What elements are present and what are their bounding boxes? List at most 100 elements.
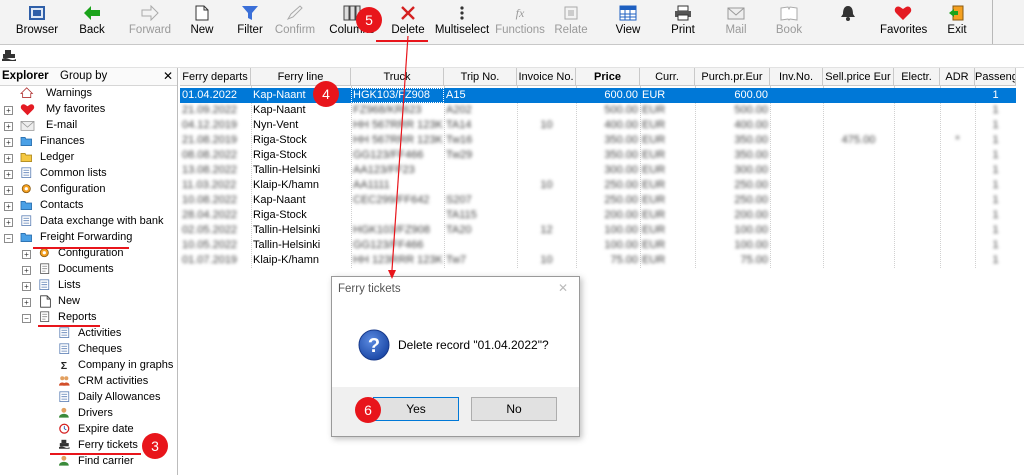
expand-icon[interactable]: + xyxy=(22,250,31,259)
view-button[interactable]: View xyxy=(610,3,646,41)
bell-button[interactable] xyxy=(828,3,868,41)
column-header-trip-no[interactable]: Trip No. xyxy=(444,68,517,86)
tab-group-by[interactable]: Group by xyxy=(60,70,107,82)
column-header-purch-pr-eur[interactable]: Purch.pr.Eur xyxy=(695,68,770,86)
expand-icon[interactable]: + xyxy=(4,186,13,195)
table-cell-sell xyxy=(823,148,894,163)
table-cell-invno xyxy=(770,118,823,133)
table-cell-date: 01.07.2019 xyxy=(182,254,238,266)
table-cell-pass: 1 xyxy=(992,119,999,131)
table-cell-truck: GG123/FF466 xyxy=(353,149,424,161)
column-header-passeng[interactable]: Passeng xyxy=(975,68,1016,86)
table-row[interactable]: 01.07.2019 Klaip-K/hamn HH 123RRR 123K Tw7 1… xyxy=(180,253,1016,268)
table-row[interactable]: 13.08.2022 Tallin-Helsinki AA123/FF23 300.0… xyxy=(180,163,1016,178)
column-header-sell-price-eur[interactable]: Sell.price Eur xyxy=(823,68,894,86)
table-row[interactable]: 11.03.2022 Klaip-K/hamn AA1111 10 250.00 EUR 2… xyxy=(180,178,1016,193)
expand-icon[interactable]: + xyxy=(4,154,13,163)
tree-item-freight-forwarding[interactable]: − Freight Forwarding xyxy=(0,230,177,246)
close-icon[interactable]: ✕ xyxy=(163,69,173,83)
tree-item-common-lists[interactable]: + Common lists xyxy=(0,166,177,182)
person-icon xyxy=(58,407,73,420)
delete-underline xyxy=(376,40,428,42)
column-header-truck[interactable]: Truck xyxy=(351,68,444,86)
forward-button[interactable]: Forward xyxy=(123,3,177,41)
print-button[interactable]: Print xyxy=(663,3,703,41)
tree-item-label: Expire date xyxy=(78,423,134,435)
tree-item-label: Ledger xyxy=(40,151,75,163)
tree-item-crm-activities[interactable]: CRM activities xyxy=(0,374,177,390)
tree-item-drivers[interactable]: Drivers xyxy=(0,406,177,422)
delete-button[interactable]: Delete xyxy=(390,3,426,41)
reports-underline xyxy=(38,325,100,327)
favorites-button[interactable]: Favorites xyxy=(880,3,927,41)
multiselect-button[interactable]: Multiselect xyxy=(434,3,490,41)
table-row[interactable]: 08.08.2022 Riga-Stock GG123/FF466 Tw29 350.0… xyxy=(180,148,1016,163)
browser-button[interactable]: Browser xyxy=(14,3,60,41)
tree-item-documents[interactable]: + Documents xyxy=(0,262,177,278)
tree-item-lists[interactable]: + Lists xyxy=(0,278,177,294)
tree-item-daily-allowances[interactable]: Daily Allowances xyxy=(0,390,177,406)
column-header-curr[interactable]: Curr. xyxy=(640,68,695,86)
column-header-electr[interactable]: Electr. xyxy=(894,68,940,86)
exit-button[interactable]: Exit xyxy=(937,3,977,41)
tree-item-cheques[interactable]: Cheques xyxy=(0,342,177,358)
table-row[interactable]: 21.08.2019 Riga-Stock HH 567RRR 123K Tw16 35… xyxy=(180,133,1016,148)
tree-item-e-mail[interactable]: + E-mail xyxy=(0,118,177,134)
table-row[interactable]: 21.09.2022 Kap-Naant FZ968/KR623 A202 500.00… xyxy=(180,103,1016,118)
expand-icon[interactable]: + xyxy=(4,138,13,147)
expand-icon[interactable]: + xyxy=(4,106,13,115)
table-row[interactable]: 28.04.2022 Riga-Stock TA115 200.00 EUR 200.00… xyxy=(180,208,1016,223)
tree-item-ledger[interactable]: + Ledger xyxy=(0,150,177,166)
table-cell-adr xyxy=(940,208,975,223)
ferry-icon xyxy=(58,439,73,452)
relate-button[interactable]: Relate xyxy=(551,3,591,41)
table-row[interactable]: 10.08.2022 Kap-Naant CEC299/FF642 S207 250.0… xyxy=(180,193,1016,208)
column-header-invoice-no[interactable]: Invoice No. xyxy=(517,68,576,86)
tree-item-reports[interactable]: − Reports xyxy=(0,310,177,326)
dialog-close-icon[interactable]: ✕ xyxy=(558,281,568,295)
table-row[interactable]: 01.04.2022 Kap-Naant HGK103/FZ908 A15 600.00… xyxy=(180,88,1016,103)
no-button[interactable]: No xyxy=(471,397,557,421)
tree-item-activities[interactable]: Activities xyxy=(0,326,177,342)
expand-icon[interactable]: + xyxy=(22,266,31,275)
expand-icon[interactable]: + xyxy=(22,298,31,307)
tree-item-company-in-graphs[interactable]: Σ Company in graphs xyxy=(0,358,177,374)
table-row[interactable]: 02.05.2022 Tallin-Helsinki HGK103/FZ908 TA2… xyxy=(180,223,1016,238)
book-button[interactable]: Book xyxy=(769,3,809,41)
table-cell-purch: 350.00 xyxy=(734,149,768,161)
column-header-adr[interactable]: ADR xyxy=(940,68,975,86)
column-header-inv-no[interactable]: Inv.No. xyxy=(770,68,823,86)
mail-button[interactable]: Mail xyxy=(716,3,756,41)
tree-item-data-exchange-with-bank[interactable]: + Data exchange with bank xyxy=(0,214,177,230)
tree-item-my-favorites[interactable]: + My favorites xyxy=(0,102,177,118)
tree-item-warnings[interactable]: Warnings xyxy=(0,86,177,102)
expand-icon[interactable]: + xyxy=(4,170,13,179)
tree-item-finances[interactable]: + Finances xyxy=(0,134,177,150)
collapse-icon[interactable]: − xyxy=(22,314,31,323)
collapse-icon[interactable]: − xyxy=(4,234,13,243)
tree-item-configuration[interactable]: + Configuration xyxy=(0,182,177,198)
column-header-ferry-departs[interactable]: Ferry departs xyxy=(180,68,251,86)
tree-item-contacts[interactable]: + Contacts xyxy=(0,198,177,214)
tab-explorer[interactable]: Explorer xyxy=(2,70,49,82)
expand-icon[interactable]: + xyxy=(4,218,13,227)
heart-icon xyxy=(894,5,912,21)
table-cell-sell xyxy=(823,178,894,193)
back-button[interactable]: Back xyxy=(69,3,115,41)
yes-button[interactable]: Yes xyxy=(373,397,459,421)
table-cell-sell xyxy=(823,88,894,103)
filter-button[interactable]: Filter xyxy=(229,3,271,41)
table-cell-trip: Tw29 xyxy=(446,149,473,161)
expand-icon[interactable]: + xyxy=(4,202,13,211)
confirm-button[interactable]: Confirm xyxy=(272,3,318,41)
table-row[interactable]: 10.05.2022 Tallin-Helsinki GG123/FF466 100.… xyxy=(180,238,1016,253)
table-row[interactable]: 04.12.2019 Nyn-Vent HH 567RRR 123K TA14 10 40… xyxy=(180,118,1016,133)
column-header-ferry-line[interactable]: Ferry line xyxy=(251,68,351,86)
expand-icon[interactable]: + xyxy=(22,282,31,291)
expand-icon[interactable]: + xyxy=(4,122,13,131)
functions-button[interactable]: fx Functions xyxy=(493,3,547,41)
tree-item-new[interactable]: + New xyxy=(0,294,177,310)
dialog-body: ? Delete record "01.04.2022"? xyxy=(332,301,579,387)
new-button[interactable]: New xyxy=(182,3,222,41)
column-header-price[interactable]: Price xyxy=(576,68,640,86)
